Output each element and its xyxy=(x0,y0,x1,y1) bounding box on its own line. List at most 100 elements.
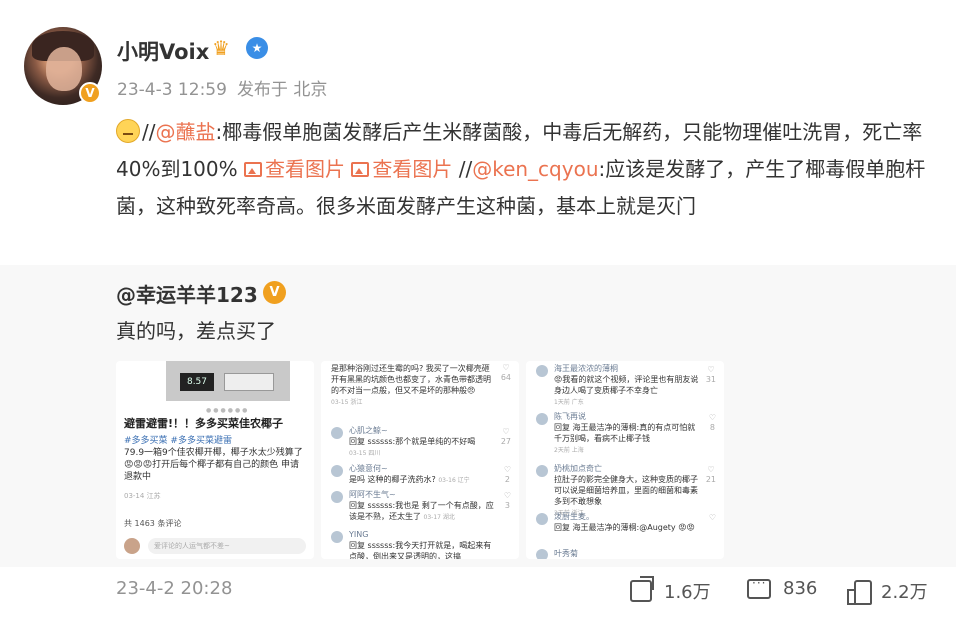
comment-icon xyxy=(747,576,771,599)
comment-text: 是那种浴刚过还生霉的吗? 我买了一次椰壳砸开有黑黑的坑颜色也都变了，水青色带都透… xyxy=(331,364,491,395)
thumbs-up-icon xyxy=(847,580,872,605)
thumb-body: 79.9一箱9个佳农椰开椰，椰子水太少残算了 😡😡😡打开后每个椰子都有自己的颜色… xyxy=(124,448,303,482)
comment-meta: 03-17 湖北 xyxy=(423,514,455,521)
like-count: 8 xyxy=(709,423,715,432)
like-icon: ♡ 21 xyxy=(705,465,716,484)
comment-text: 是吗 这种的椰子洗药水? xyxy=(349,475,436,484)
repost-image-2[interactable]: 是那种浴刚过还生霉的吗? 我买了一次椰壳砸开有黑黑的坑颜色也都变了，水青色带都透… xyxy=(321,361,519,559)
comment-avatar xyxy=(331,427,343,439)
repost-verified-icon: V xyxy=(263,281,286,304)
thumb-comment-input: 爱评论的人运气都不差~ xyxy=(148,538,306,554)
thumb-title: 避雷避雷!！！多多买菜佳农椰子 xyxy=(124,417,284,430)
view-image-label-2: 查看图片 xyxy=(372,157,453,181)
repost-user[interactable]: @幸运羊羊123 xyxy=(116,279,258,308)
comment-meta: 03-15 四川 xyxy=(349,450,381,457)
post-time[interactable]: 23-4-3 12:59 xyxy=(117,80,227,100)
share-icon xyxy=(630,580,652,602)
repost-image-3[interactable]: 海王最浓浓的薄桐 😡我看的就这个视频，评论里也有朋友说身边人喝了变质椰子不幸身亡 1… xyxy=(526,361,724,559)
like-count: 3 xyxy=(504,501,510,510)
comment-line: 泼厨生麦。回复 海王最洁净的薄桐:@Augety 😡😡 xyxy=(554,511,702,533)
comment-name: 心猿意何~ xyxy=(349,464,388,473)
comment-text: 😡我看的就这个视频，评论里也有朋友说身边人喝了变质椰子不幸身亡 xyxy=(554,375,699,395)
comment-count: 836 xyxy=(783,578,818,599)
mention-link[interactable]: @蘸盐 xyxy=(155,120,215,144)
comment-line: 心肌之鲸~ 回复 ssssss:那个就是单纯的不好喝 03-15 四川 xyxy=(349,425,497,459)
avatar-face xyxy=(46,47,82,91)
weibo-post: V 小明Voix ♛ ★ 23-4-3 12:59 发布于 北京 //@蘸盐:椰毒… xyxy=(0,0,956,632)
repost-time[interactable]: 23-4-2 20:28 xyxy=(116,578,232,599)
repost-image-1[interactable]: 8.57 ●●●●●● 避雷避雷!！！多多买菜佳农椰子 #多多买菜 #多多买菜避… xyxy=(116,361,314,559)
comment-name: 心肌之鲸~ xyxy=(349,426,388,435)
emoji-icon xyxy=(116,119,140,143)
like-button[interactable]: 2.2万 xyxy=(847,578,928,605)
post-text: //@蘸盐:椰毒假单胞菌发酵后产生米酵菌酸，中毒后无解药，只能物理催吐洗胃，死亡… xyxy=(116,114,936,225)
comment-line: 阿阿不生气~ 回复 ssssss:我也是 剩了一个有点酸，应该是不熟，还太生了 0… xyxy=(349,489,497,523)
view-image-label-1: 查看图片 xyxy=(265,157,345,181)
comment-name: 奶桃加点奇亡 xyxy=(554,464,602,473)
thumb-comment-count: 共 1463 条评论 xyxy=(124,519,182,528)
repost-text: 真的吗，差点买了 xyxy=(116,319,276,343)
like-icon: ♡ 64 xyxy=(500,363,511,382)
comment-avatar xyxy=(536,413,548,425)
author-name[interactable]: 小明Voix xyxy=(117,36,209,66)
medal-icon[interactable]: ★ xyxy=(246,37,268,59)
thumb-date: 03-14 江苏 xyxy=(124,492,161,500)
comment-line: 叶秀菊 xyxy=(554,548,702,559)
scale-display: 8.57 xyxy=(180,373,214,391)
comment-text: 回复 ssssss:我也是 剩了一个有点酸，应该是不熟，还太生了 xyxy=(349,501,494,521)
comment-name: 阿阿不生气~ xyxy=(349,490,396,499)
mention-link-2[interactable]: @ken_cqyou xyxy=(472,157,598,181)
comment-avatar xyxy=(536,465,548,477)
verified-badge-icon: V xyxy=(79,82,101,104)
comment-text: 拉肚子的影完全健身大，这种变质的椰子可以说是细菌培养皿，里面的细菌和毒素多到不敢… xyxy=(554,475,698,506)
post-sep2: // xyxy=(452,157,473,181)
comment-line: YING 回复 ssssss:我今天打开就是，喝起来有点酸，倒出来又是透明的，这搞 xyxy=(349,529,497,559)
comment-name: 陈飞再说 xyxy=(554,412,586,421)
like-count: 2.2万 xyxy=(881,582,928,603)
comment-avatar xyxy=(331,465,343,477)
comment-line: 陈飞再说回复 海王最洁净的薄桐:真的有点可怕就千万别喝，看病不止椰子钱 2天前 上… xyxy=(554,411,702,456)
comment-name: YING xyxy=(349,530,369,539)
thumb-avatar xyxy=(124,538,140,554)
comment-text: 回复 ssssss:那个就是单纯的不好喝 xyxy=(349,437,476,446)
crown-icon: ♛ xyxy=(212,36,230,60)
like-icon: ♡ 31 xyxy=(705,365,716,384)
comment-text: 回复 海王最洁净的薄桐:@Augety 😡😡 xyxy=(554,523,695,532)
comment-text: 回复 海王最洁净的薄桐:真的有点可怕就千万别喝，看病不止椰子钱 xyxy=(554,423,696,443)
like-count: 2 xyxy=(504,475,510,484)
comment-name: 叶秀菊 xyxy=(554,549,578,558)
image-icon xyxy=(351,162,370,177)
share-count: 1.6万 xyxy=(664,582,711,603)
comment-avatar xyxy=(331,531,343,543)
comment-avatar xyxy=(536,549,548,559)
thumb-tags: #多多买菜 #多多买菜避雷 xyxy=(124,436,232,446)
comment-avatar xyxy=(536,365,548,377)
comment-meta: 03-16 辽宁 xyxy=(438,477,470,484)
comment-avatar xyxy=(331,491,343,503)
like-icon: ♡ 27 xyxy=(500,427,511,446)
comment-line: 心猿意何~ 是吗 这种的椰子洗药水? 03-16 辽宁 xyxy=(349,463,497,486)
like-count: 21 xyxy=(705,475,716,484)
like-icon: ♡ xyxy=(708,513,716,522)
comment-avatar xyxy=(536,513,548,525)
comment-text: 回复 ssssss:我今天打开就是，喝起来有点酸，倒出来又是透明的，这搞 xyxy=(349,541,492,559)
comment-button[interactable]: 836 xyxy=(747,576,818,599)
like-count: 31 xyxy=(705,375,716,384)
scale-photo: 8.57 xyxy=(166,361,290,401)
carousel-dots: ●●●●●● xyxy=(206,407,250,414)
view-image-link-2[interactable]: 查看图片 xyxy=(351,157,452,181)
post-source: 发布于 北京 xyxy=(236,80,328,100)
like-count: 27 xyxy=(500,437,511,446)
share-button[interactable]: 1.6万 xyxy=(630,578,711,604)
comment-meta: 2天前 上海 xyxy=(554,447,584,454)
view-image-link-1[interactable]: 查看图片 xyxy=(244,157,345,181)
like-icon: ♡ 2 xyxy=(503,465,511,484)
comment-name: 海王最浓浓的薄桐 xyxy=(554,364,618,373)
image-icon xyxy=(244,162,262,177)
like-count: 64 xyxy=(500,373,511,382)
comment-line: 海王最浓浓的薄桐 😡我看的就这个视频，评论里也有朋友说身边人喝了变质椰子不幸身亡 1… xyxy=(554,363,702,408)
scale-panel xyxy=(224,373,274,391)
comment-meta: 1天前 广东 xyxy=(554,399,584,406)
comment-meta: 03-15 浙江 xyxy=(331,399,363,406)
comment-name: 泼厨生麦。 xyxy=(554,512,594,521)
